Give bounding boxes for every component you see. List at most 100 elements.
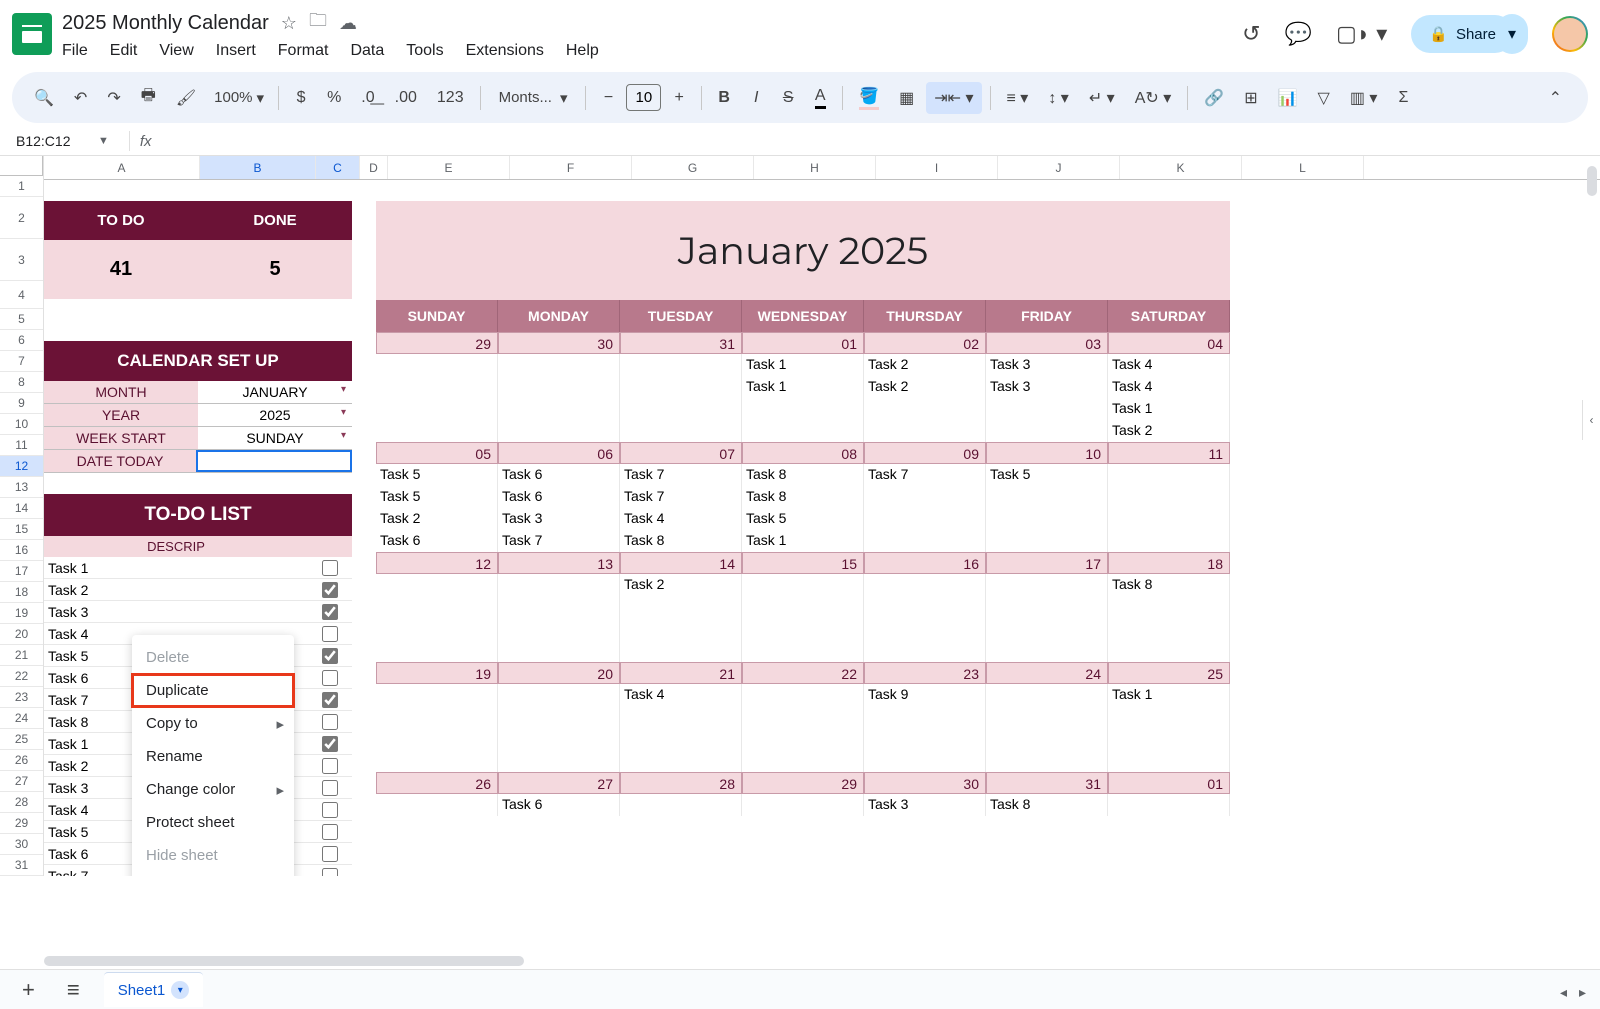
row-header-24[interactable]: 24 bbox=[0, 708, 43, 729]
calendar-task-cell[interactable] bbox=[742, 750, 864, 772]
calendar-task-cell[interactable] bbox=[742, 794, 864, 816]
row-header-7[interactable]: 7 bbox=[0, 351, 43, 372]
calendar-task-cell[interactable]: Task 4 bbox=[1108, 376, 1230, 398]
setup-value[interactable] bbox=[196, 450, 352, 472]
fill-color-icon[interactable]: 🪣 bbox=[851, 80, 887, 116]
calendar-task-cell[interactable] bbox=[376, 354, 498, 376]
todo-checkbox[interactable] bbox=[322, 846, 338, 862]
date-cell[interactable]: 11 bbox=[1108, 442, 1230, 464]
sheet-tab-active[interactable]: Sheet1 ▾ bbox=[104, 972, 204, 1007]
calendar-task-cell[interactable] bbox=[498, 750, 620, 772]
filter-icon[interactable]: ▽ bbox=[1310, 82, 1338, 114]
paint-format-icon[interactable]: 🖌 bbox=[168, 82, 204, 114]
date-cell[interactable]: 08 bbox=[742, 442, 864, 464]
calendar-task-cell[interactable] bbox=[1108, 618, 1230, 640]
insert-chart-icon[interactable]: 📊 bbox=[1270, 82, 1306, 114]
merge-cells-icon[interactable]: ⇥⇤ ▾ bbox=[926, 82, 981, 114]
borders-icon[interactable]: ▦ bbox=[891, 82, 922, 114]
calendar-task-cell[interactable] bbox=[498, 420, 620, 442]
todo-description[interactable]: Task 2 bbox=[44, 582, 308, 598]
calendar-task-cell[interactable] bbox=[864, 508, 986, 530]
horizontal-scrollbar[interactable] bbox=[44, 953, 1580, 969]
row-header-30[interactable]: 30 bbox=[0, 834, 43, 855]
calendar-task-cell[interactable]: Task 7 bbox=[620, 464, 742, 486]
date-cell[interactable]: 15 bbox=[742, 552, 864, 574]
todo-checkbox[interactable] bbox=[322, 868, 338, 877]
todo-checkbox[interactable] bbox=[322, 670, 338, 686]
calendar-task-cell[interactable]: Task 6 bbox=[376, 530, 498, 552]
calendar-task-cell[interactable] bbox=[498, 376, 620, 398]
calendar-task-cell[interactable] bbox=[1108, 706, 1230, 728]
row-header-17[interactable]: 17 bbox=[0, 561, 43, 582]
bold-icon[interactable]: B bbox=[710, 83, 738, 113]
calendar-task-cell[interactable] bbox=[620, 728, 742, 750]
menu-format[interactable]: Format bbox=[278, 42, 329, 60]
todo-checkbox[interactable] bbox=[322, 736, 338, 752]
date-cell[interactable]: 10 bbox=[986, 442, 1108, 464]
document-title[interactable]: 2025 Monthly Calendar bbox=[62, 12, 269, 35]
calendar-task-cell[interactable]: Task 7 bbox=[498, 530, 620, 552]
calendar-task-cell[interactable] bbox=[864, 750, 986, 772]
date-cell[interactable]: 23 bbox=[864, 662, 986, 684]
share-dropdown[interactable]: ▾ bbox=[1496, 14, 1528, 54]
calendar-task-cell[interactable] bbox=[864, 530, 986, 552]
calendar-task-cell[interactable] bbox=[1108, 508, 1230, 530]
calendar-task-cell[interactable]: Task 1 bbox=[742, 376, 864, 398]
row-header-6[interactable]: 6 bbox=[0, 330, 43, 351]
calendar-task-cell[interactable] bbox=[742, 684, 864, 706]
date-cell[interactable]: 17 bbox=[986, 552, 1108, 574]
calendar-task-cell[interactable]: Task 5 bbox=[742, 508, 864, 530]
todo-checkbox[interactable] bbox=[322, 560, 338, 576]
row-header-11[interactable]: 11 bbox=[0, 435, 43, 456]
calendar-task-cell[interactable] bbox=[742, 596, 864, 618]
name-box-dropdown-icon[interactable]: ▼ bbox=[92, 135, 115, 147]
calendar-task-cell[interactable] bbox=[376, 750, 498, 772]
calendar-task-cell[interactable] bbox=[376, 684, 498, 706]
menu-tools[interactable]: Tools bbox=[406, 42, 443, 60]
calendar-task-cell[interactable] bbox=[498, 684, 620, 706]
todo-checkbox[interactable] bbox=[322, 714, 338, 730]
calendar-task-cell[interactable] bbox=[742, 420, 864, 442]
calendar-task-cell[interactable] bbox=[986, 508, 1108, 530]
calendar-task-cell[interactable] bbox=[1108, 794, 1230, 816]
calendar-task-cell[interactable] bbox=[620, 618, 742, 640]
date-cell[interactable]: 01 bbox=[1108, 772, 1230, 794]
calendar-task-cell[interactable] bbox=[620, 354, 742, 376]
date-cell[interactable]: 03 bbox=[986, 332, 1108, 354]
calendar-task-cell[interactable] bbox=[986, 706, 1108, 728]
calendar-task-cell[interactable] bbox=[620, 596, 742, 618]
date-cell[interactable]: 04 bbox=[1108, 332, 1230, 354]
add-sheet-icon[interactable]: + bbox=[14, 973, 43, 1007]
strikethrough-icon[interactable]: S bbox=[774, 83, 802, 113]
increase-font-icon[interactable]: + bbox=[665, 83, 693, 113]
calendar-task-cell[interactable] bbox=[1108, 530, 1230, 552]
italic-icon[interactable]: I bbox=[742, 83, 770, 113]
calendar-task-cell[interactable]: Task 5 bbox=[376, 464, 498, 486]
col-header-I[interactable]: I bbox=[876, 156, 998, 179]
text-color-icon[interactable]: A bbox=[806, 81, 834, 115]
calendar-task-cell[interactable]: Task 5 bbox=[986, 464, 1108, 486]
date-cell[interactable]: 13 bbox=[498, 552, 620, 574]
row-header-31[interactable]: 31 bbox=[0, 855, 43, 876]
font-select[interactable]: Monts... ▾ bbox=[489, 85, 578, 111]
calendar-task-cell[interactable]: Task 7 bbox=[620, 486, 742, 508]
v-align-icon[interactable]: ↕ ▾ bbox=[1040, 82, 1076, 114]
calendar-task-cell[interactable] bbox=[864, 618, 986, 640]
date-cell[interactable]: 29 bbox=[376, 332, 498, 354]
setup-value[interactable]: JANUARY bbox=[198, 381, 352, 403]
context-copy-to[interactable]: Copy to bbox=[132, 707, 294, 740]
calendar-task-cell[interactable] bbox=[742, 728, 864, 750]
calendar-task-cell[interactable]: Task 8 bbox=[742, 464, 864, 486]
calendar-task-cell[interactable] bbox=[620, 706, 742, 728]
row-header-10[interactable]: 10 bbox=[0, 414, 43, 435]
history-icon[interactable]: ↺ bbox=[1242, 21, 1260, 47]
text-rotation-icon[interactable]: A↻ ▾ bbox=[1127, 82, 1180, 114]
calendar-task-cell[interactable] bbox=[864, 574, 986, 596]
calendar-task-cell[interactable] bbox=[986, 684, 1108, 706]
todo-checkbox[interactable] bbox=[322, 692, 338, 708]
font-size-input[interactable]: 10 bbox=[626, 84, 661, 111]
calendar-task-cell[interactable]: Task 1 bbox=[1108, 398, 1230, 420]
name-box[interactable]: B12:C12 bbox=[12, 129, 92, 153]
calendar-task-cell[interactable] bbox=[742, 618, 864, 640]
calendar-task-cell[interactable] bbox=[986, 574, 1108, 596]
